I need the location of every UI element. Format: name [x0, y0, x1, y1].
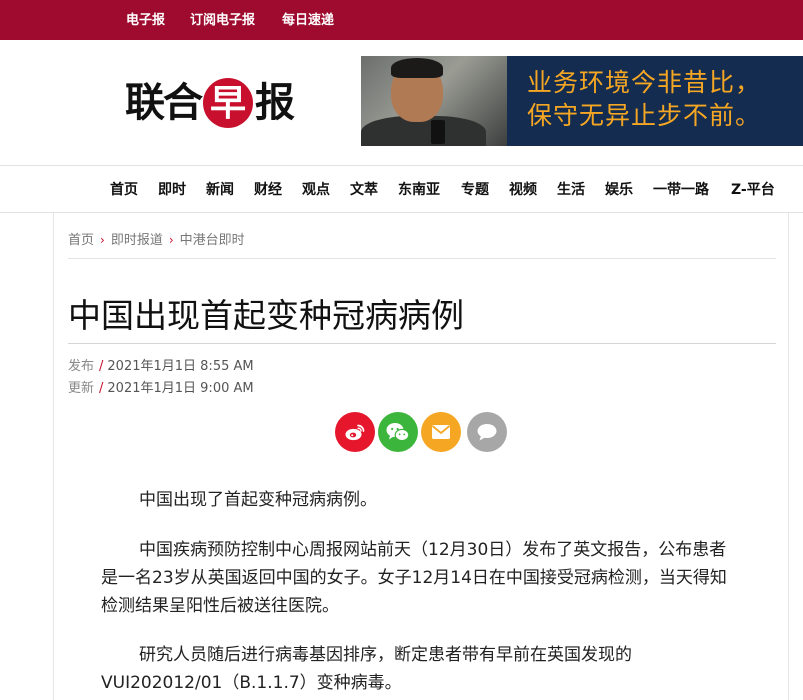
site-header: 联 合 早 报 业务环境今非昔比， 保守无异止步不前。: [0, 40, 803, 166]
share-email-button[interactable]: [421, 412, 461, 452]
breadcrumb: 首页 › 即时报道 › 中港台即时: [68, 232, 245, 249]
breadcrumb-separator: ›: [168, 233, 174, 247]
main-nav: 首页 即时 新闻 财经 观点 文萃 东南亚 专题 视频 生活 娱乐 一带一路 Z…: [0, 166, 803, 213]
published-date: 发布 /2021年1月1日 8:55 AM: [68, 358, 254, 376]
comment-icon: [477, 424, 497, 441]
nav-item-video[interactable]: 视频: [509, 181, 537, 199]
article-paragraph-text: 研究人员随后进行病毒基因排序，断定患者带有早前在英国发现的VUI202012/0…: [101, 645, 632, 693]
title-divider: [68, 343, 776, 344]
top-bar: 电子报 订阅电子报 每日速递: [0, 0, 803, 40]
weibo-icon: [345, 424, 365, 441]
breadcrumb-home[interactable]: 首页: [68, 233, 94, 248]
topbar-link-subscribe-epaper[interactable]: 订阅电子报: [190, 13, 255, 29]
logo-char-2: 合: [163, 79, 203, 126]
article-paragraph-text: 中国出现了首起变种冠病病例。: [139, 490, 377, 510]
nav-item-digest[interactable]: 文萃: [350, 181, 378, 199]
nav-item-entertainment[interactable]: 娱乐: [605, 181, 633, 199]
nav-item-z-platform[interactable]: Z-平台: [731, 181, 775, 199]
article-container: 首页 › 即时报道 › 中港台即时 中国出现首起变种冠病病例 发布 /2021年1月1日 …: [53, 213, 789, 700]
share-wechat-button[interactable]: [378, 412, 418, 452]
nav-item-lifestyle[interactable]: 生活: [557, 181, 585, 199]
ad-banner-photo: [361, 56, 507, 146]
nav-item-opinion[interactable]: 观点: [302, 181, 330, 199]
nav-item-belt-and-road[interactable]: 一带一路: [653, 181, 709, 199]
published-value: 2021年1月1日 8:55 AM: [107, 359, 254, 374]
article-paragraph: 中国出现了首起变种冠病病例。: [101, 486, 741, 514]
nav-item-news[interactable]: 新闻: [206, 181, 234, 199]
updated-label: 更新: [68, 381, 95, 396]
meta-slash: /: [99, 359, 104, 374]
breadcrumb-realtime[interactable]: 即时报道: [111, 233, 163, 248]
breadcrumb-separator: ›: [100, 233, 105, 247]
ad-banner-line-1: 业务环境今非昔比，: [527, 68, 762, 97]
article-paragraph: 中国疾病预防控制中心周报网站前天（12月30日）发布了英文报告，公布患者是一名2…: [101, 536, 741, 620]
person-hair-shape: [391, 58, 443, 78]
topbar-link-epaper[interactable]: 电子报: [126, 13, 165, 29]
nav-item-realtime[interactable]: 即时: [158, 181, 186, 199]
logo-char-4: 报: [255, 79, 295, 126]
meta-slash: /: [99, 381, 104, 396]
nav-item-southeast-asia[interactable]: 东南亚: [398, 181, 440, 199]
site-logo[interactable]: 联 合 早 报: [125, 77, 295, 129]
nav-item-finance[interactable]: 财经: [254, 181, 282, 199]
nav-item-features[interactable]: 专题: [461, 181, 489, 199]
share-weibo-button[interactable]: [335, 412, 375, 452]
article-paragraph: 研究人员随后进行病毒基因排序，断定患者带有早前在英国发现的VUI202012/0…: [101, 641, 741, 697]
ad-banner-line-2: 保守无异止步不前。: [527, 101, 762, 130]
wechat-icon: [386, 423, 410, 442]
article-title: 中国出现首起变种冠病病例: [68, 296, 464, 335]
ad-banner-text: 业务环境今非昔比， 保守无异止步不前。: [527, 66, 761, 132]
updated-value: 2021年1月1日 9:00 AM: [107, 381, 254, 396]
published-label: 发布: [68, 359, 95, 374]
breadcrumb-divider: [68, 258, 776, 259]
logo-char-3-emblem: 早: [203, 78, 253, 128]
phone-icon: [431, 120, 445, 144]
topbar-link-daily-express[interactable]: 每日速递: [282, 13, 334, 29]
article-paragraph-text: 中国疾病预防控制中心周报网站前天（12月30日）发布了英文报告，公布患者是一名2…: [101, 540, 727, 616]
share-comment-button[interactable]: [467, 412, 507, 452]
breadcrumb-greater-china[interactable]: 中港台即时: [180, 233, 245, 248]
logo-char-1: 联: [125, 79, 165, 126]
updated-date: 更新 /2021年1月1日 9:00 AM: [68, 380, 254, 398]
nav-item-home[interactable]: 首页: [110, 181, 138, 199]
ad-banner[interactable]: 业务环境今非昔比， 保守无异止步不前。: [361, 56, 803, 146]
email-icon: [431, 425, 451, 439]
